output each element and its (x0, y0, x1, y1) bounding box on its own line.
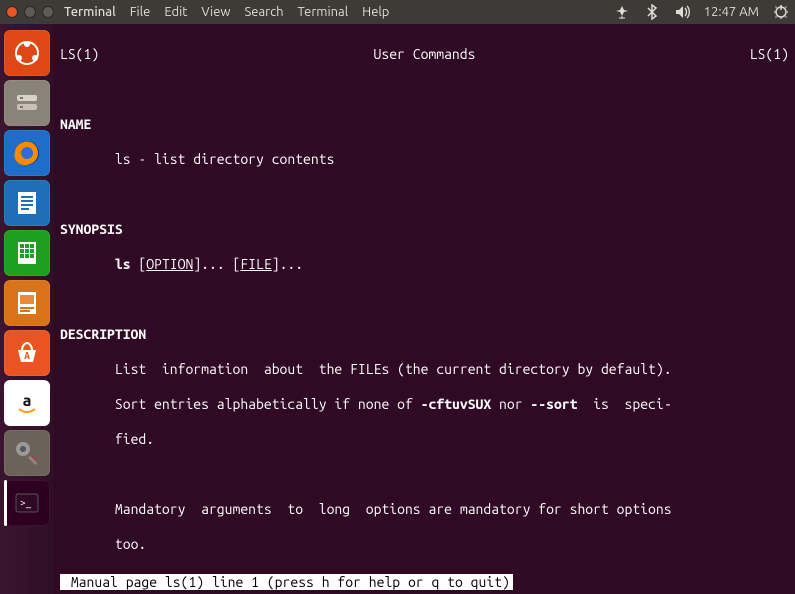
power-indicator-icon[interactable] (773, 4, 789, 20)
menu-edit[interactable]: Edit (164, 5, 187, 19)
window-controls (6, 6, 54, 18)
launcher-amazon[interactable]: a (4, 380, 50, 426)
synopsis-line: ls [OPTION]... [FILE]... (60, 256, 789, 274)
window-minimize-button[interactable] (24, 6, 36, 18)
terminal-viewport[interactable]: LS(1) User Commands LS(1) NAME ls - list d… (54, 24, 795, 594)
desc-line: Sort entries alphabetically if none of -… (60, 396, 789, 414)
launcher-files[interactable] (4, 80, 50, 126)
menu-file[interactable]: File (130, 5, 151, 19)
man-status-line: Manual page ls(1) line 1 (press h for he… (60, 574, 513, 590)
manpage-header: LS(1) User Commands LS(1) (60, 46, 789, 64)
desc-line: Mandatory arguments to long options are … (60, 501, 789, 519)
launcher-calc[interactable] (4, 230, 50, 276)
manpage-header-right: LS(1) (750, 46, 789, 64)
menu-help[interactable]: Help (362, 5, 389, 19)
window-maximize-button[interactable] (42, 6, 54, 18)
desc-line: List information about the FILEs (the cu… (60, 361, 789, 379)
desc-line: too. (60, 536, 789, 554)
svg-text:>_: >_ (20, 497, 32, 508)
launcher-terminal[interactable]: >_ (4, 480, 50, 526)
menu-search[interactable]: Search (244, 5, 283, 19)
svg-text:a: a (23, 392, 32, 410)
name-text: ls - list directory contents (60, 151, 789, 169)
menu-terminal[interactable]: Terminal (298, 5, 349, 19)
manpage-header-center: User Commands (374, 46, 476, 64)
launcher-dash[interactable] (4, 30, 50, 76)
manpage-header-left: LS(1) (60, 46, 99, 64)
section-description: DESCRIPTION (60, 326, 789, 344)
svg-text:A: A (24, 350, 30, 361)
section-name: NAME (60, 116, 789, 134)
launcher-settings[interactable] (4, 430, 50, 476)
clock[interactable]: 12:47 AM (704, 5, 759, 19)
section-synopsis: SYNOPSIS (60, 221, 789, 239)
desc-line: fied. (60, 431, 789, 449)
bluetooth-indicator-icon[interactable] (644, 4, 660, 20)
sound-indicator-icon[interactable] (674, 4, 690, 20)
network-indicator-icon[interactable] (614, 4, 630, 20)
launcher-software-center[interactable]: A (4, 330, 50, 376)
launcher-impress[interactable] (4, 280, 50, 326)
launcher-writer[interactable] (4, 180, 50, 226)
app-title: Terminal (64, 5, 116, 19)
window-close-button[interactable] (6, 6, 18, 18)
unity-launcher: A a >_ (0, 24, 54, 594)
menu-view[interactable]: View (201, 5, 230, 19)
top-menu-bar: Terminal File Edit View Search Terminal … (0, 0, 795, 24)
launcher-firefox[interactable] (4, 130, 50, 176)
